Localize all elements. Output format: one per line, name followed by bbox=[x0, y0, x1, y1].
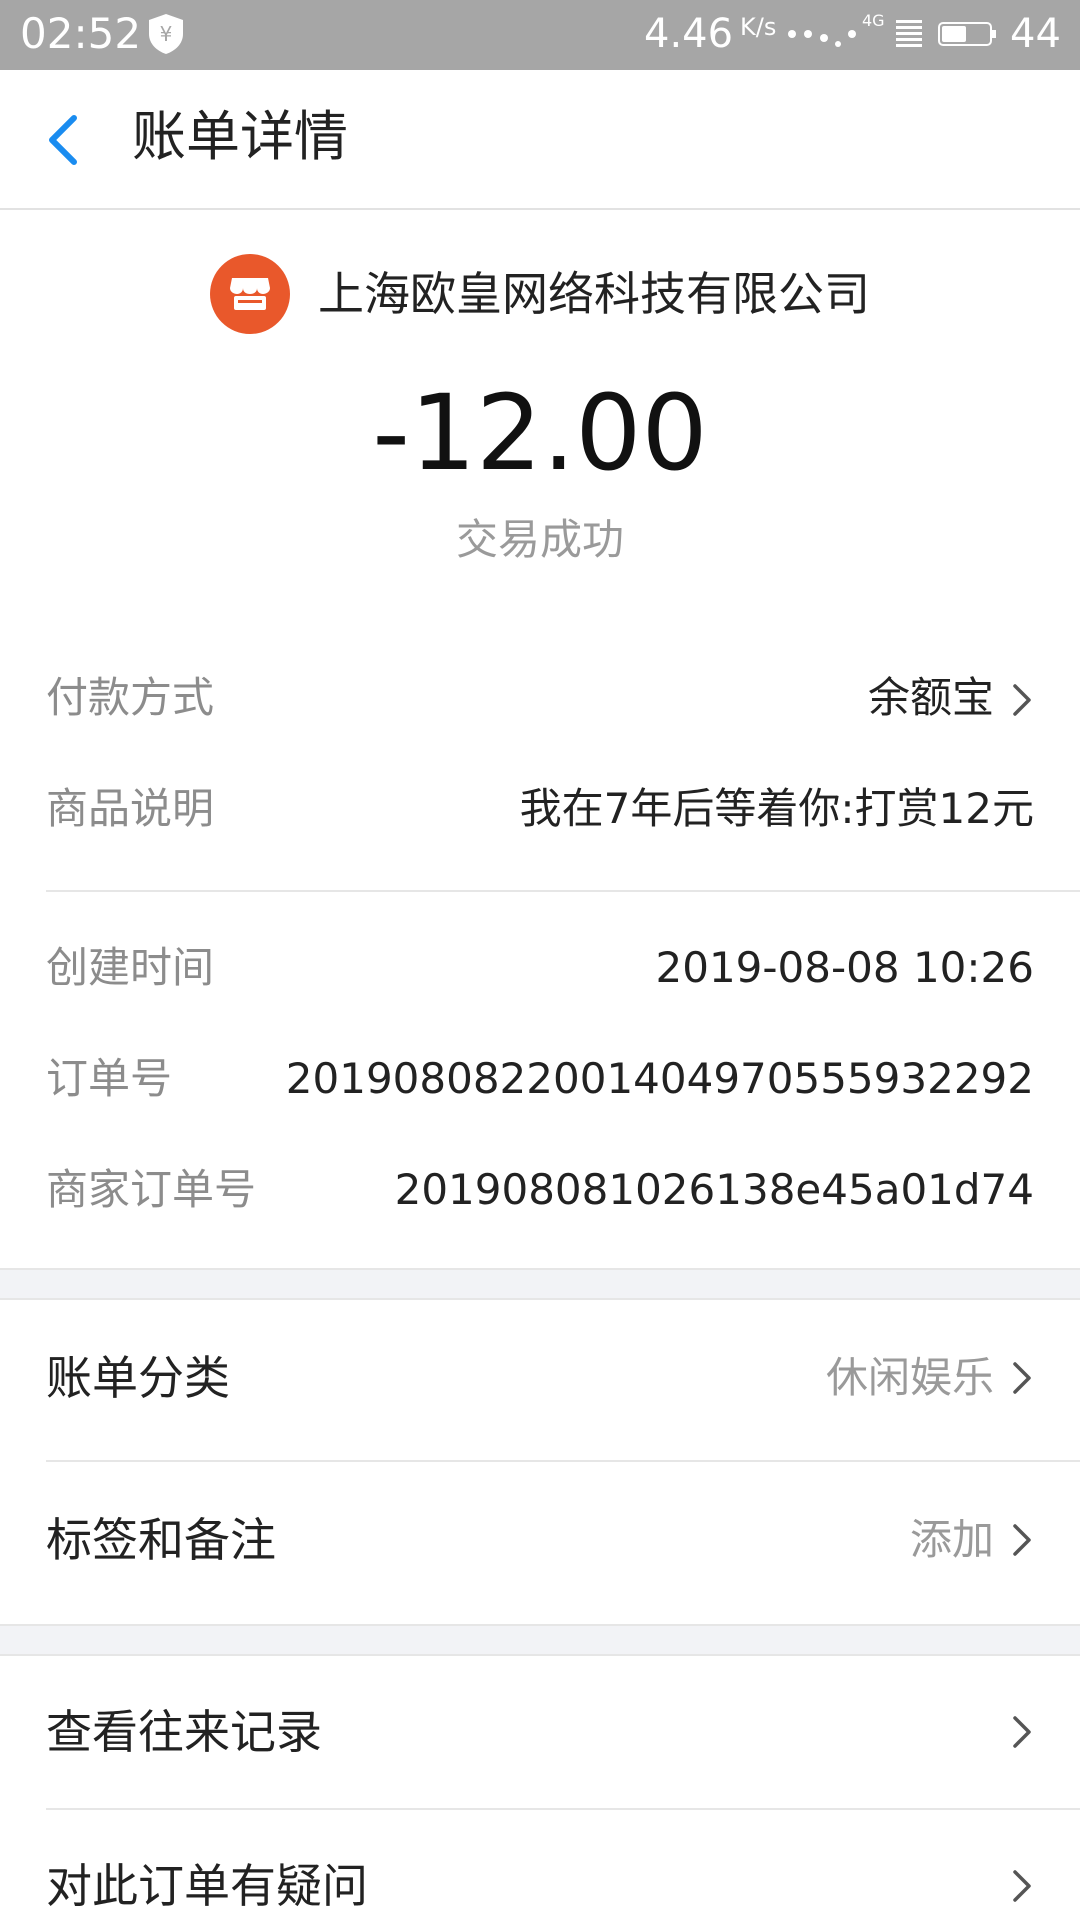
chevron-right-icon bbox=[1013, 684, 1031, 716]
order-number-row: 订单号 2019080822001404970555932292 bbox=[46, 1049, 1034, 1109]
section-gap bbox=[0, 1268, 1080, 1300]
transaction-status: 交易成功 bbox=[455, 515, 624, 564]
payment-method-row[interactable]: 付款方式 余额宝 bbox=[46, 668, 1034, 728]
wifi-dots-icon bbox=[788, 30, 856, 47]
bill-category-row[interactable]: 账单分类 休闲娱乐 bbox=[46, 1346, 1034, 1410]
row-label: 订单号 bbox=[46, 1054, 173, 1103]
row-value: 201908081026138e45a01d74 bbox=[394, 1165, 1034, 1214]
row-label: 对此订单有疑问 bbox=[46, 1859, 368, 1913]
svg-text:¥: ¥ bbox=[160, 22, 173, 46]
row-label: 标签和备注 bbox=[46, 1513, 276, 1567]
header: 账单详情 bbox=[0, 70, 1080, 210]
row-label: 查看往来记录 bbox=[46, 1705, 322, 1759]
chevron-right-icon bbox=[1013, 1870, 1031, 1902]
merchant-name: 上海欧皇网络科技有限公司 bbox=[318, 267, 870, 321]
network-speed: 4.46 bbox=[644, 11, 734, 57]
battery-level: 44 bbox=[1010, 11, 1061, 57]
merchant-order-number-row: 商家订单号 201908081026138e45a01d74 bbox=[46, 1160, 1034, 1220]
tags-notes-row[interactable]: 标签和备注 添加 bbox=[46, 1508, 1034, 1572]
divider bbox=[46, 890, 1080, 892]
product-description-row: 商品说明 我在7年后等着你:打赏12元 bbox=[46, 779, 1034, 839]
yuan-shield-icon: ¥ bbox=[149, 14, 183, 54]
divider bbox=[46, 1808, 1080, 1810]
section-gap bbox=[0, 1624, 1080, 1656]
network-speed-unit: K/s bbox=[740, 13, 777, 41]
status-time: 02:52 bbox=[20, 9, 142, 58]
merchant-header: 上海欧皇网络科技有限公司 bbox=[0, 254, 1080, 334]
row-value: 2019-08-08 10:26 bbox=[655, 943, 1034, 992]
row-value: 我在7年后等着你:打赏12元 bbox=[519, 784, 1034, 833]
row-value: 2019080822001404970555932292 bbox=[285, 1054, 1034, 1103]
row-label: 付款方式 bbox=[46, 673, 215, 722]
chevron-right-icon bbox=[1013, 1524, 1031, 1556]
row-label: 商家订单号 bbox=[46, 1165, 257, 1214]
row-label: 创建时间 bbox=[46, 943, 215, 992]
chevron-right-icon bbox=[1013, 1362, 1031, 1394]
status-bar: 02:52 ¥ 4.46 K/s 4G 44 bbox=[0, 0, 1080, 70]
row-value: 余额宝 bbox=[867, 673, 994, 722]
order-question-row[interactable]: 对此订单有疑问 bbox=[46, 1854, 1034, 1918]
created-time-row: 创建时间 2019-08-08 10:26 bbox=[46, 938, 1034, 998]
divider bbox=[46, 1460, 1080, 1462]
row-value: 休闲娱乐 bbox=[825, 1353, 994, 1402]
row-label: 商品说明 bbox=[46, 784, 215, 833]
row-value: 添加 bbox=[909, 1515, 994, 1564]
chevron-right-icon bbox=[1013, 1716, 1031, 1748]
row-label: 账单分类 bbox=[46, 1351, 230, 1405]
merchant-logo bbox=[210, 254, 290, 334]
signal-icon bbox=[896, 20, 922, 47]
store-icon bbox=[230, 278, 270, 310]
view-transactions-row[interactable]: 查看往来记录 bbox=[46, 1700, 1034, 1764]
transaction-amount: -12.00 bbox=[372, 372, 708, 494]
network-type: 4G bbox=[862, 11, 885, 30]
battery-icon bbox=[938, 22, 996, 46]
chevron-left-icon[interactable] bbox=[40, 112, 90, 168]
page-title: 账单详情 bbox=[132, 105, 348, 168]
